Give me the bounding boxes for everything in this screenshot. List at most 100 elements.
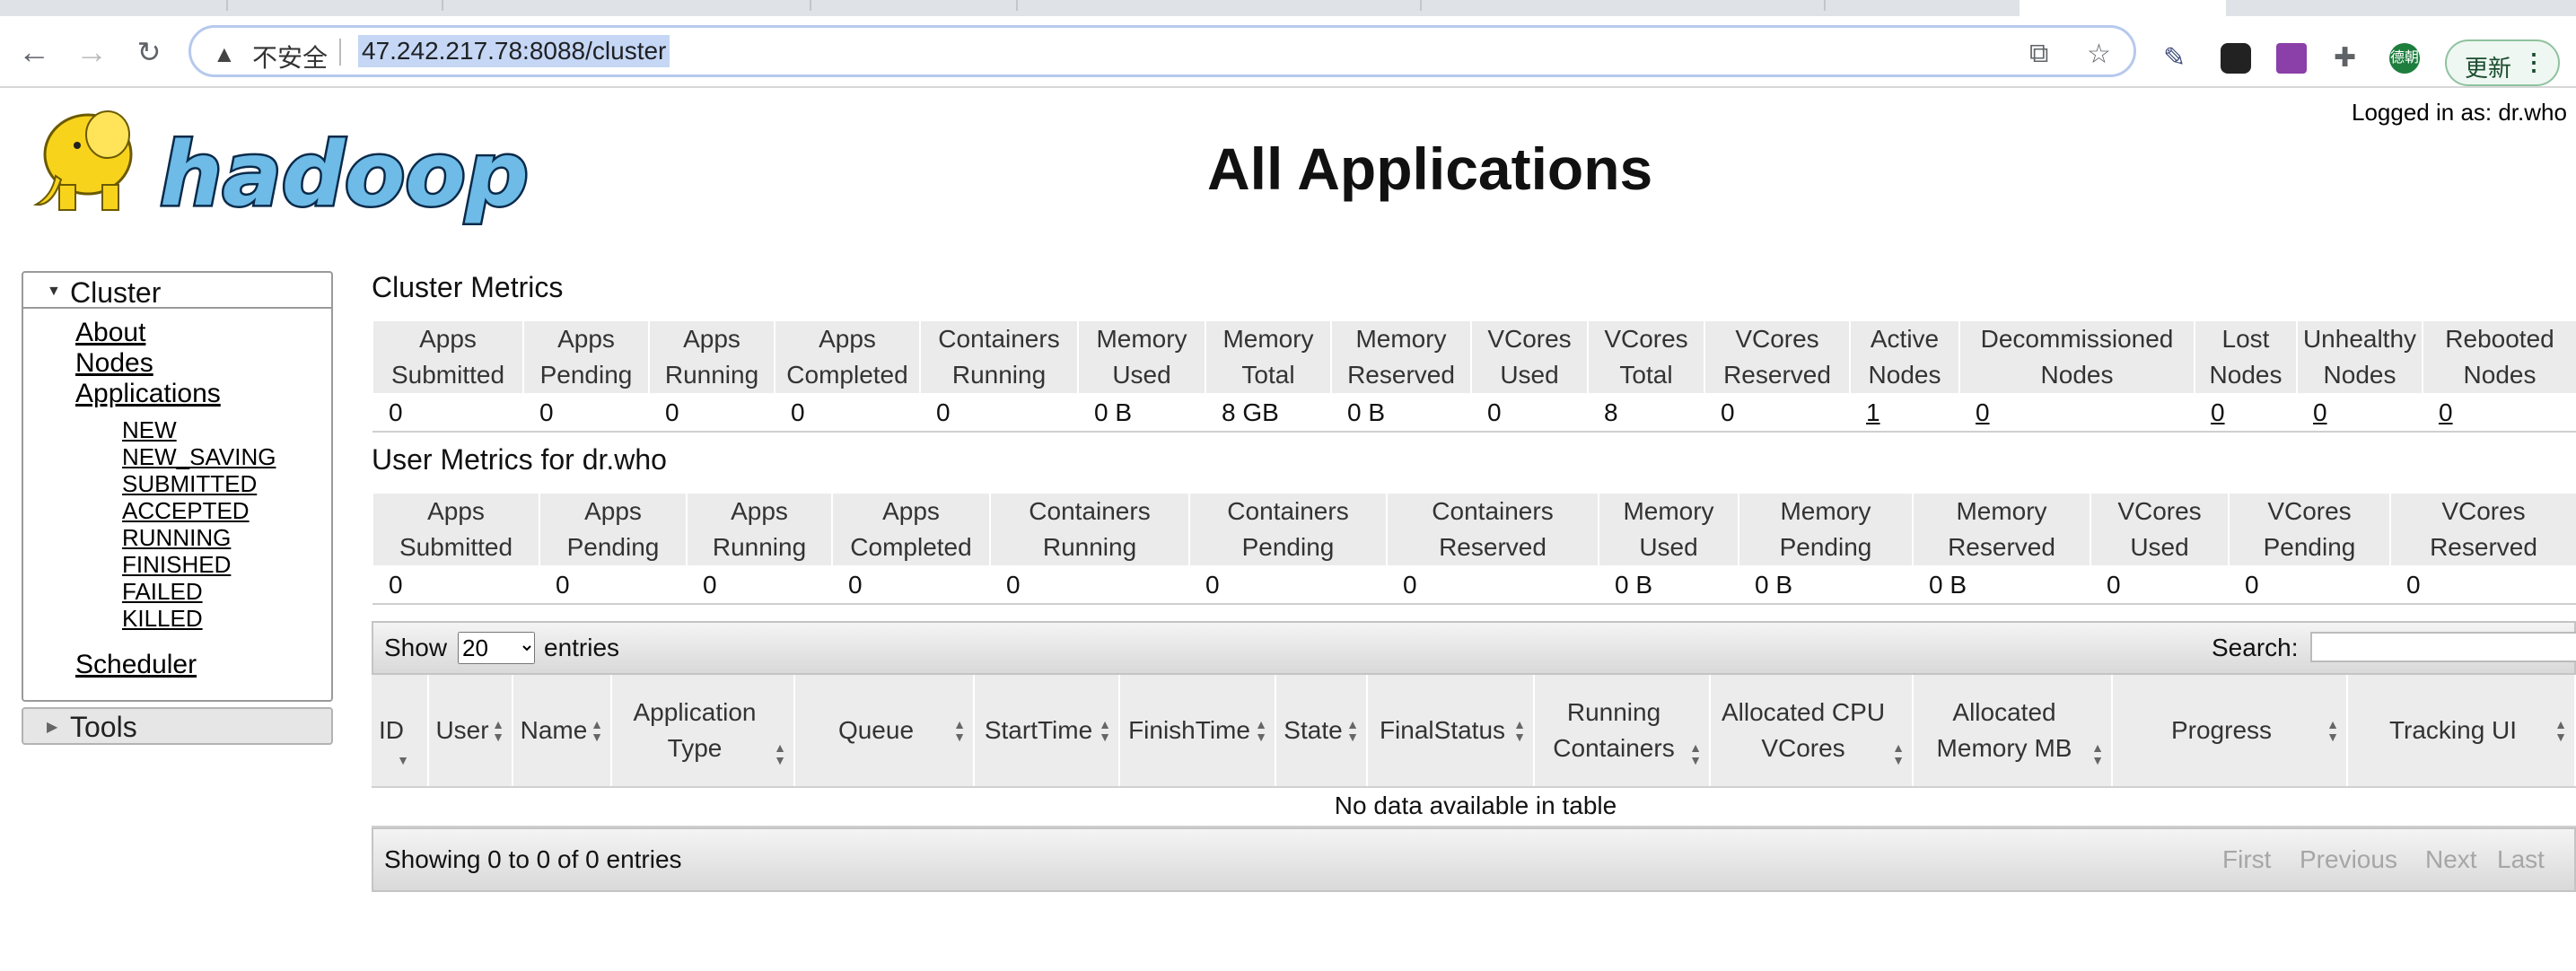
column-header[interactable]: Running Containers ▲ ▼ (1535, 675, 1711, 786)
cluster-metric-header: Unhealthy Nodes (2296, 319, 2423, 395)
column-header[interactable]: ID ▼ (372, 675, 429, 786)
user-metric-header: VCores Used (2090, 492, 2230, 567)
address-bar[interactable]: ▲ 不安全 47.242.217.78:8088/cluster ⧉ ☆ (188, 25, 2136, 77)
cluster-metric-value: 0 (523, 394, 649, 433)
column-header-label: Progress (2170, 716, 2273, 744)
cluster-metrics-title: Cluster Metrics (372, 271, 564, 303)
sidebar-link-applications[interactable]: Applications (75, 379, 221, 409)
menu-dots-icon: ⋮ (2522, 48, 2545, 75)
column-header[interactable]: Application Type ▲ ▼ (612, 675, 795, 786)
sort-icon: ▲ ▼ (2091, 740, 2104, 767)
cluster-metric-value: 0 (1704, 394, 1850, 433)
column-header-label: Allocated Memory MB (1936, 698, 2072, 762)
extension-rp-icon[interactable] (2276, 43, 2307, 74)
sidebar-link-new-saving[interactable]: NEW_SAVING (122, 443, 276, 471)
extensions-puzzle-icon[interactable]: ✚ (2334, 43, 2364, 74)
sidebar-tools-header[interactable]: ▶ Tools (22, 707, 333, 745)
pagination-previous[interactable]: Previous (2300, 845, 2397, 874)
profile-avatar[interactable]: 德朝 (2389, 43, 2420, 74)
cluster-metric-header: Active Nodes (1849, 319, 1960, 395)
cluster-metric-value: 0 B (1331, 394, 1471, 433)
hadoop-logo: hadoop (32, 110, 530, 229)
tab-divider (1014, 0, 1018, 11)
column-header-label: User (435, 716, 489, 744)
entries-label: entries (544, 634, 620, 661)
cluster-metric-value[interactable]: 0 (2423, 394, 2576, 433)
user-metric-header: Apps Submitted (372, 492, 540, 567)
column-header[interactable]: FinishTime ▲ ▼ (1120, 675, 1276, 786)
pagination-first[interactable]: First (2222, 845, 2271, 874)
column-header-label: Allocated CPU VCores (1721, 698, 1886, 762)
column-header[interactable]: Allocated Memory MB ▲ ▼ (1914, 675, 2113, 786)
column-header[interactable]: FinalStatus ▲ ▼ (1368, 675, 1535, 786)
sidebar-link-nodes[interactable]: Nodes (75, 348, 153, 379)
sidebar-link-killed[interactable]: KILLED (122, 605, 203, 633)
user-metric-value: 0 (1189, 566, 1387, 605)
url-text[interactable]: 47.242.217.78:8088/cluster (358, 35, 670, 67)
cluster-metric-value[interactable]: 1 (1850, 394, 1959, 433)
cluster-metric-header: Decommissioned Nodes (1958, 319, 2195, 395)
extension-tampermonkey-icon[interactable] (2221, 43, 2251, 74)
cluster-metric-value[interactable]: 0 (2195, 394, 2297, 433)
column-header[interactable]: StartTime ▲ ▼ (975, 675, 1120, 786)
cluster-metric-header: Lost Nodes (2194, 319, 2298, 395)
cluster-metric-header: VCores Used (1470, 319, 1589, 395)
forward-icon[interactable]: → (74, 34, 110, 70)
column-header[interactable]: Allocated CPU VCores ▲ ▼ (1711, 675, 1914, 786)
reload-icon[interactable]: ↻ (131, 34, 167, 70)
sort-icon: ▲ ▼ (492, 717, 504, 744)
pagination-last[interactable]: Last (2497, 845, 2545, 874)
cluster-metric-header: Containers Running (919, 319, 1079, 395)
bookmark-star-icon[interactable]: ☆ (2087, 39, 2111, 70)
sort-icon: ▲ ▼ (1346, 717, 1359, 744)
sort-icon: ▲ ▼ (1513, 717, 1526, 744)
sidebar-link-scheduler[interactable]: Scheduler (75, 650, 197, 680)
column-header[interactable]: Tracking UI ▲ ▼ (2348, 675, 2576, 786)
sidebar-link-running[interactable]: RUNNING (122, 524, 231, 552)
tab-divider (224, 0, 228, 11)
sort-icon: ▲ ▼ (1892, 740, 1905, 767)
sort-icon: ▲ ▼ (2326, 717, 2339, 744)
warning-icon: ▲ (213, 40, 236, 67)
column-header[interactable]: Queue ▲ ▼ (795, 675, 975, 786)
user-metric-value: 0 B (1599, 566, 1739, 605)
column-header-label: StartTime (984, 716, 1093, 744)
user-metric-header: Memory Used (1598, 492, 1739, 567)
column-header-label: State (1284, 716, 1343, 744)
eyedropper-icon[interactable]: ✎ (2163, 43, 2194, 74)
active-tab[interactable] (2020, 0, 2226, 16)
cluster-metric-header: VCores Total (1587, 319, 1705, 395)
cluster-metric-value[interactable]: 0 (2297, 394, 2423, 433)
cluster-metrics-table: Apps Submitted Apps Pending Apps Running Ap… (372, 319, 2576, 433)
column-header[interactable]: State ▲ ▼ (1276, 675, 1368, 786)
update-button[interactable]: 更新 ⋮ (2445, 39, 2560, 86)
search-input[interactable] (2310, 632, 2576, 662)
user-metric-header: Apps Pending (539, 492, 688, 567)
cluster-metric-header: Memory Total (1205, 319, 1332, 395)
column-header[interactable]: User ▲ ▼ (429, 675, 513, 786)
column-header-label: FinalStatus (1379, 716, 1506, 744)
sidebar-link-new[interactable]: NEW (122, 416, 177, 444)
search-label: Search: (2212, 634, 2299, 661)
sidebar-link-accepted[interactable]: ACCEPTED (122, 497, 250, 525)
column-header[interactable]: Name ▲ ▼ (513, 675, 612, 786)
logged-in-text: Logged in as: dr.who (2352, 99, 2567, 126)
cast-icon[interactable]: ⧉ (2029, 39, 2048, 69)
sidebar-link-failed[interactable]: FAILED (122, 578, 203, 606)
triangle-right-icon: ▶ (47, 720, 58, 735)
cluster-metric-value: 0 B (1078, 394, 1205, 433)
page-title: All Applications (1207, 136, 1653, 202)
user-metric-header: VCores Reserved (2389, 492, 2576, 567)
sidebar-cluster-header[interactable]: ▼ Cluster (23, 273, 331, 309)
sidebar-link-submitted[interactable]: SUBMITTED (122, 470, 257, 498)
cluster-metric-value[interactable]: 0 (1959, 394, 2195, 433)
tab-divider (808, 0, 811, 11)
column-header[interactable]: Progress ▲ ▼ (2113, 675, 2348, 786)
user-metric-value: 0 (2090, 566, 2229, 605)
sidebar-link-finished[interactable]: FINISHED (122, 551, 231, 579)
back-icon[interactable]: ← (16, 34, 52, 70)
cluster-metric-value: 8 (1588, 394, 1704, 433)
pagination-next[interactable]: Next (2425, 845, 2477, 874)
page-size-select[interactable]: 20 (458, 632, 535, 664)
sidebar-link-about[interactable]: About (75, 318, 145, 348)
